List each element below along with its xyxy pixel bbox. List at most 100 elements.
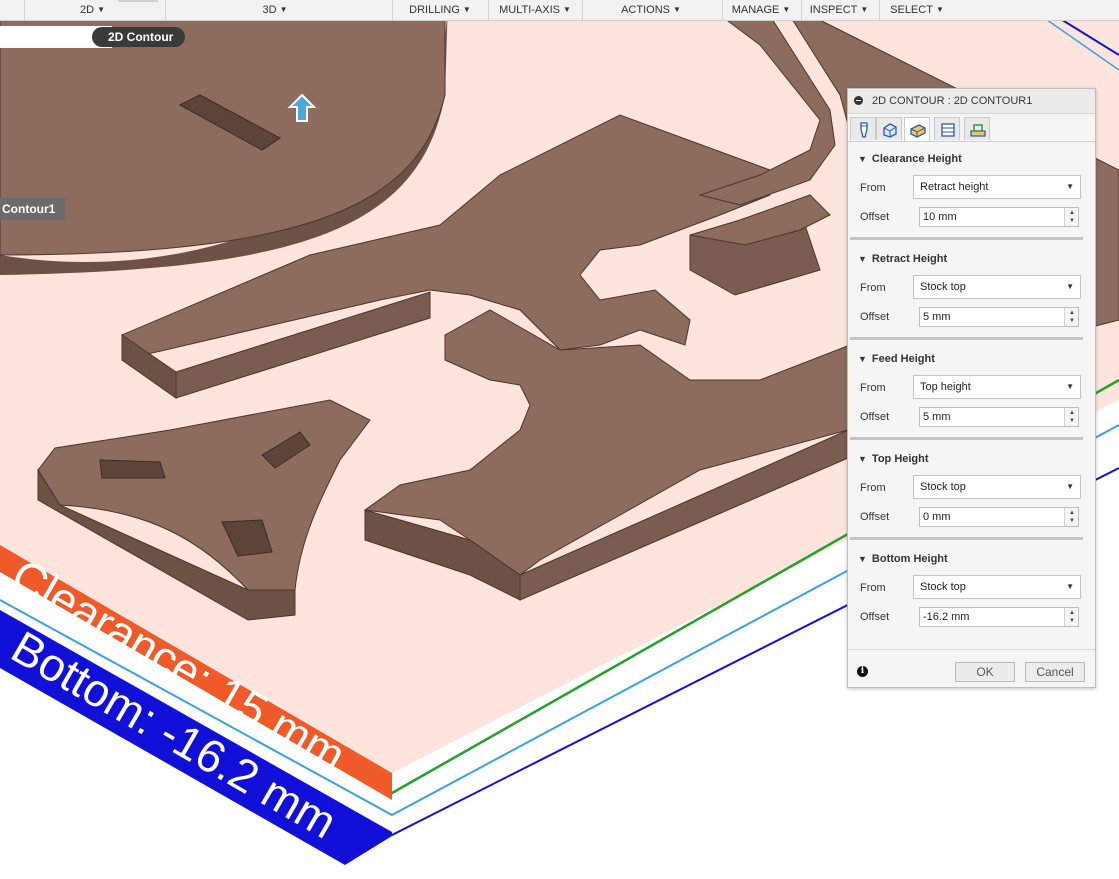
operation-tag-secondary[interactable]: Contour1 — [0, 198, 66, 220]
offset-label: Offset — [860, 211, 890, 223]
section-header[interactable]: ▼ Feed Height — [858, 350, 935, 368]
spinner-buttons[interactable]: ▲ ▼ — [1064, 208, 1078, 226]
clearance-from-dropdown[interactable]: Retract height ▼ — [913, 175, 1081, 199]
menu-actions[interactable]: ACTIONS ▼ — [610, 0, 692, 21]
retract-offset-input[interactable]: 5 mm ▲ ▼ — [919, 307, 1079, 327]
ok-button[interactable]: OK — [955, 662, 1015, 682]
clearance-offset-input[interactable]: 10 mm ▲ ▼ — [919, 207, 1079, 227]
menu-manage[interactable]: MANAGE ▼ — [728, 0, 794, 21]
from-label: From — [860, 482, 886, 494]
section-header[interactable]: ▼ Retract Height — [858, 250, 947, 268]
bottom-from-dropdown[interactable]: Stock top ▼ — [913, 575, 1081, 599]
spinner-buttons[interactable]: ▲ ▼ — [1064, 308, 1078, 326]
tab-linking[interactable] — [964, 117, 990, 140]
heights-tab-icon — [910, 124, 926, 138]
offset-label: Offset — [860, 611, 890, 623]
tab-heights[interactable] — [904, 117, 930, 141]
collapse-icon[interactable] — [854, 96, 863, 105]
toolbar-separator — [879, 0, 880, 21]
caret-down-icon: ▼ — [462, 5, 471, 14]
offset-label: Offset — [860, 311, 890, 323]
toolbar-separator — [722, 0, 723, 21]
section-divider — [850, 437, 1083, 440]
spin-up-icon[interactable]: ▲ — [1069, 610, 1075, 616]
feed-from-dropdown[interactable]: Top height ▼ — [913, 375, 1081, 399]
collapse-triangle-icon: ▼ — [858, 554, 867, 564]
spin-down-icon[interactable]: ▼ — [1069, 618, 1075, 624]
feed-offset-input[interactable]: 5 mm ▲ ▼ — [919, 407, 1079, 427]
passes-tab-icon — [941, 123, 955, 137]
dropdown-arrow-icon: ▼ — [1066, 282, 1074, 291]
dropdown-arrow-icon: ▼ — [1066, 182, 1074, 191]
caret-down-icon: ▼ — [782, 5, 791, 14]
dialog-header: 2D CONTOUR : 2D CONTOUR1 — [848, 89, 1095, 114]
spinner-buttons[interactable]: ▲ ▼ — [1064, 608, 1078, 626]
menu-drilling[interactable]: DRILLING ▼ — [400, 0, 480, 21]
dropdown-arrow-icon: ▼ — [1066, 482, 1074, 491]
section-header[interactable]: ▼ Top Height — [858, 450, 929, 468]
caret-down-icon: ▼ — [860, 5, 869, 14]
top-from-dropdown[interactable]: Stock top ▼ — [913, 475, 1081, 499]
collapse-triangle-icon: ▼ — [858, 254, 867, 264]
tab-tool[interactable] — [850, 117, 876, 140]
trilobe-slot-1 — [99, 459, 166, 479]
tool-tab-icon — [860, 122, 868, 138]
dialog-footer: i OK Cancel — [848, 649, 1095, 688]
offset-label: Offset — [860, 411, 890, 423]
spin-down-icon[interactable]: ▼ — [1069, 318, 1075, 324]
cancel-button[interactable]: Cancel — [1025, 662, 1085, 682]
menu-inspect[interactable]: INSPECT ▼ — [806, 0, 872, 21]
from-label: From — [860, 582, 886, 594]
menu-select[interactable]: SELECT ▼ — [885, 0, 949, 21]
toolbar-separator — [24, 0, 25, 21]
section-divider — [850, 237, 1083, 240]
toolbar-separator — [165, 0, 166, 21]
caret-down-icon: ▼ — [935, 5, 944, 14]
menu-multi-axis[interactable]: MULTI-AXIS ▼ — [490, 0, 580, 21]
spin-down-icon[interactable]: ▼ — [1069, 218, 1075, 224]
section-header[interactable]: ▼ Clearance Height — [858, 150, 962, 168]
geometry-tab-icon — [883, 123, 897, 138]
spinner-buttons[interactable]: ▲ ▼ — [1064, 408, 1078, 426]
menu-3d[interactable]: 3D ▼ — [245, 0, 305, 21]
section-header[interactable]: ▼ Bottom Height — [858, 550, 948, 568]
spin-down-icon[interactable]: ▼ — [1069, 518, 1075, 524]
linking-tab-icon — [970, 124, 986, 137]
caret-down-icon: ▼ — [672, 5, 681, 14]
toolbar-separator — [582, 0, 583, 21]
section-divider — [850, 537, 1083, 540]
collapse-triangle-icon: ▼ — [858, 454, 867, 464]
toolbar-separator — [488, 0, 489, 21]
tab-geometry[interactable] — [876, 117, 902, 140]
spin-up-icon[interactable]: ▲ — [1069, 210, 1075, 216]
spinner-buttons[interactable]: ▲ ▼ — [1064, 508, 1078, 526]
section-divider — [850, 337, 1083, 340]
spin-up-icon[interactable]: ▲ — [1069, 310, 1075, 316]
caret-down-icon: ▼ — [563, 5, 571, 14]
from-label: From — [860, 282, 886, 294]
top-offset-input[interactable]: 0 mm ▲ ▼ — [919, 507, 1079, 527]
retract-from-dropdown[interactable]: Stock top ▼ — [913, 275, 1081, 299]
spin-up-icon[interactable]: ▲ — [1069, 410, 1075, 416]
operation-tag[interactable]: 2D Contour — [92, 27, 186, 47]
toolbar-separator — [801, 0, 802, 21]
spin-up-icon[interactable]: ▲ — [1069, 510, 1075, 516]
from-label: From — [860, 182, 886, 194]
info-icon[interactable]: i — [857, 666, 868, 677]
menu-2d[interactable]: 2D ▼ — [60, 0, 125, 21]
from-label: From — [860, 382, 886, 394]
dropdown-arrow-icon: ▼ — [1066, 582, 1074, 591]
caret-down-icon: ▼ — [97, 5, 105, 14]
spin-down-icon[interactable]: ▼ — [1069, 418, 1075, 424]
toolbar-separator — [392, 0, 393, 21]
collapse-triangle-icon: ▼ — [858, 154, 867, 164]
dropdown-arrow-icon: ▼ — [1066, 382, 1074, 391]
operation-dialog: 2D CONTOUR : 2D CONTOUR1 ▼ Clearance Heig… — [847, 88, 1096, 688]
collapse-triangle-icon: ▼ — [858, 354, 867, 364]
dialog-tabs — [848, 114, 1095, 142]
tab-passes[interactable] — [934, 117, 960, 140]
bottom-offset-input[interactable]: -16.2 mm ▲ ▼ — [919, 607, 1079, 627]
offset-label: Offset — [860, 511, 890, 523]
dialog-title: 2D CONTOUR : 2D CONTOUR1 — [872, 95, 1033, 107]
caret-down-icon: ▼ — [279, 5, 288, 14]
